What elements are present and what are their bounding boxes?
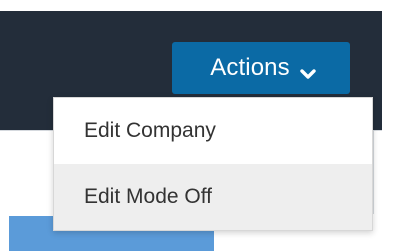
actions-button-label: Actions — [210, 54, 290, 81]
actions-button[interactable]: Actions — [172, 42, 350, 94]
actions-dropdown-menu: Edit Company Edit Mode Off — [53, 97, 373, 231]
content-border — [373, 130, 374, 214]
menu-item-edit-mode-off[interactable]: Edit Mode Off — [54, 164, 372, 230]
chevron-down-icon — [300, 59, 316, 79]
menu-item-label: Edit Mode Off — [84, 185, 213, 208]
menu-item-label: Edit Company — [84, 119, 216, 142]
page: Actions Edit Company Edit Mode Off — [0, 0, 411, 251]
menu-item-edit-company[interactable]: Edit Company — [54, 98, 372, 164]
page-margin — [382, 0, 411, 251]
